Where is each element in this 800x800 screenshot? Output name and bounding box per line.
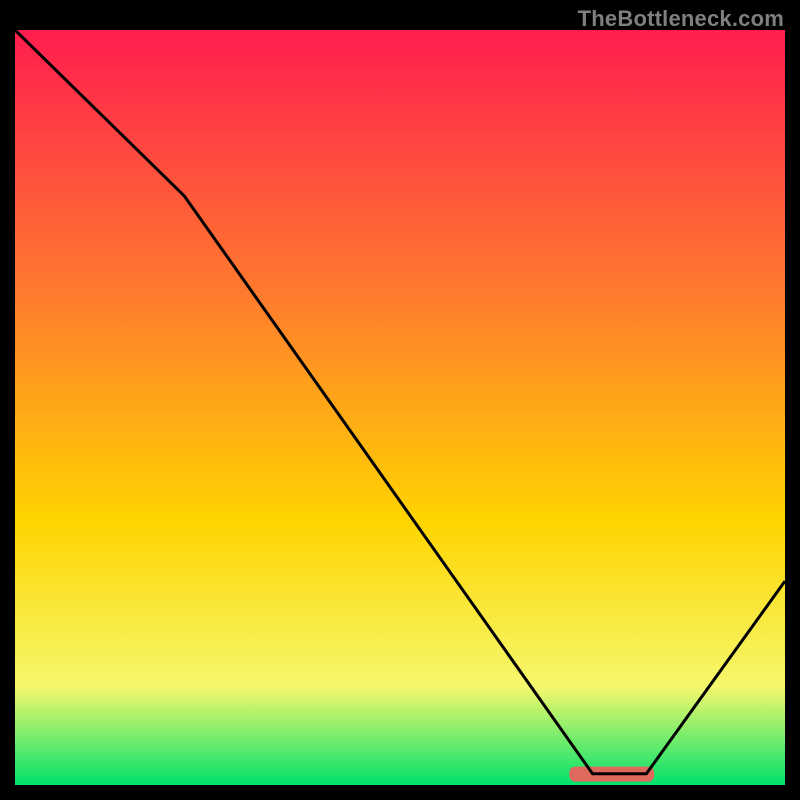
watermark-text: TheBottleneck.com [578,6,784,32]
chart-frame: TheBottleneck.com [0,0,800,800]
plot-area [15,30,785,785]
bottleneck-chart [15,30,785,785]
